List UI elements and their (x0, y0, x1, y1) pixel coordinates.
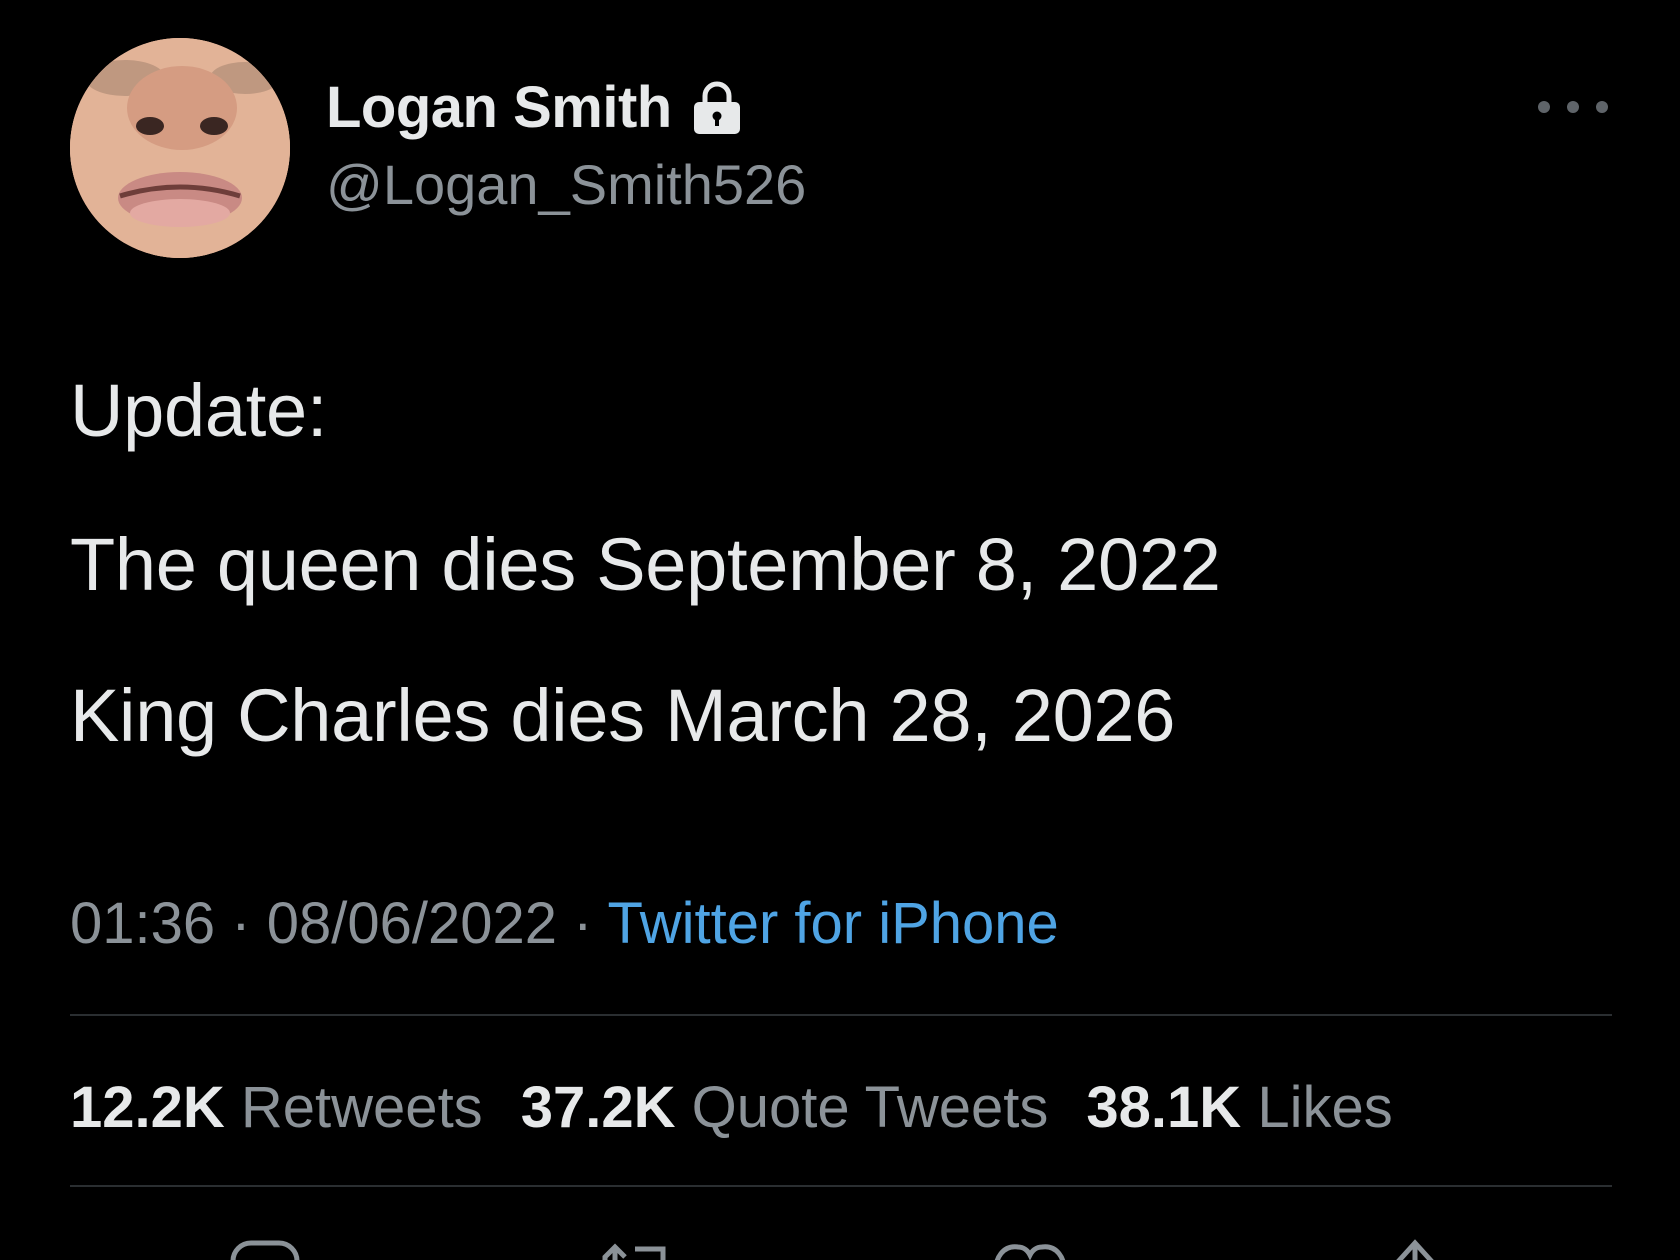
tweet-date[interactable]: 08/06/2022 (267, 891, 557, 956)
quote-tweets-count: 37.2K (520, 1075, 676, 1140)
likes-count: 38.1K (1086, 1075, 1242, 1140)
author-handle[interactable]: @Logan_Smith526 (326, 152, 806, 217)
author-name-row[interactable]: Logan Smith (326, 74, 744, 141)
retweets-label: Retweets (240, 1075, 483, 1140)
reply-icon[interactable] (225, 1235, 305, 1260)
retweets-stat[interactable]: 12.2K Retweets (70, 1074, 483, 1141)
tweet-text-line: The queen dies September 8, 2022 (70, 523, 1221, 606)
avatar[interactable] (70, 38, 290, 258)
tweet-source-link[interactable]: Twitter for iPhone (608, 891, 1059, 956)
meta-separator: · (215, 891, 267, 956)
retweets-count: 12.2K (70, 1075, 225, 1140)
meta-separator: · (557, 891, 608, 956)
likes-label: Likes (1257, 1075, 1393, 1140)
tweet-text-line: Update: (70, 369, 328, 452)
likes-stat[interactable]: 38.1K Likes (1086, 1074, 1392, 1141)
divider (70, 1014, 1612, 1016)
tweet-text-line: King Charles dies March 28, 2026 (70, 674, 1176, 757)
more-horizontal-icon[interactable] (1538, 92, 1608, 122)
share-icon[interactable] (1375, 1235, 1455, 1260)
tweet-detail: Logan Smith @Logan_Smith526 Update: The … (0, 0, 1680, 1260)
lock-icon (690, 80, 744, 136)
tweet-stats: 12.2K Retweets 37.2K Quote Tweets 38.1K … (70, 1074, 1431, 1141)
tweet-time[interactable]: 01:36 (70, 891, 215, 956)
tweet-meta: 01:36 · 08/06/2022 · Twitter for iPhone (70, 890, 1059, 957)
like-icon[interactable] (990, 1235, 1070, 1260)
author-display-name[interactable]: Logan Smith (326, 74, 672, 141)
divider (70, 1185, 1612, 1187)
quote-tweets-label: Quote Tweets (691, 1075, 1049, 1140)
quote-tweets-stat[interactable]: 37.2K Quote Tweets (521, 1074, 1049, 1141)
retweet-icon[interactable] (595, 1235, 675, 1260)
avatar-face-image (70, 38, 290, 258)
tweet-action-bar (0, 1235, 1680, 1260)
